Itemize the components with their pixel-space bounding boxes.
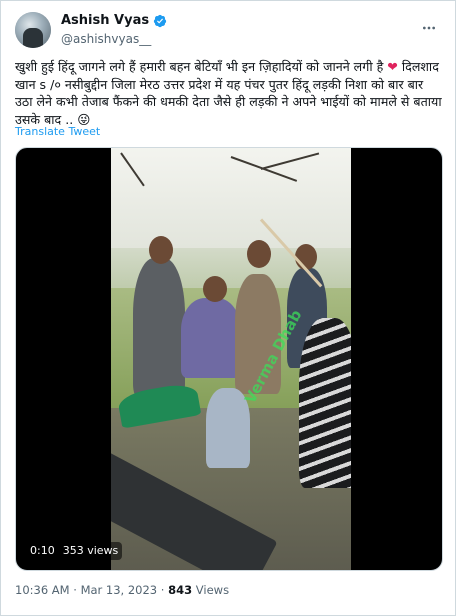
author-handle[interactable]: @ashishvyas__ xyxy=(61,30,167,48)
video-sky xyxy=(111,148,351,248)
tweet-date[interactable]: Mar 13, 2023 xyxy=(81,583,158,597)
tweet-time[interactable]: 10:36 AM xyxy=(15,583,70,597)
tweet-text-line1: खुशी हुई हिंदू जागने लगे हैं हमारी बहन ब… xyxy=(15,59,384,74)
person-head xyxy=(203,276,227,302)
author-name[interactable]: Ashish Vyas xyxy=(61,12,149,30)
views-label: Views xyxy=(195,583,230,597)
tweet-header: Ashish Vyas @ashishvyas__ xyxy=(15,10,441,50)
video-frame[interactable]: Verma Dhab xyxy=(111,148,351,570)
video-stats: 0:10 353 views xyxy=(26,542,123,560)
verified-badge-icon xyxy=(153,14,167,28)
person-shape xyxy=(299,318,351,488)
person-shape xyxy=(133,258,185,398)
views-count: 843 xyxy=(168,583,193,597)
video-time: 0:10 xyxy=(30,544,55,557)
avatar-figure xyxy=(23,28,43,48)
person-shape xyxy=(181,298,241,378)
meta-separator: · xyxy=(73,583,77,597)
person-shape xyxy=(206,388,250,468)
more-dots-icon xyxy=(423,26,435,30)
more-icon[interactable] xyxy=(419,18,439,38)
author-identity: Ashish Vyas @ashishvyas__ xyxy=(61,12,167,48)
video-player[interactable]: Verma Dhab 0:10 353 views xyxy=(15,147,443,571)
tweet-meta: 10:36 AM · Mar 13, 2023 · 843 Views xyxy=(15,582,229,598)
meta-separator: · xyxy=(160,583,165,597)
tweet-card: Ashish Vyas @ashishvyas__ खुशी हुई हिंदू… xyxy=(0,0,456,616)
person-head xyxy=(149,236,173,264)
video-views: 353 views xyxy=(62,544,119,557)
avatar[interactable] xyxy=(15,12,51,48)
tweet-text: खुशी हुई हिंदू जागने लगे हैं हमारी बहन ब… xyxy=(15,58,443,128)
translate-tweet-link[interactable]: Translate Tweet xyxy=(15,125,100,138)
person-head xyxy=(295,244,317,270)
person-head xyxy=(247,240,271,268)
author-name-row: Ashish Vyas xyxy=(61,12,167,30)
heart-emoji-icon: ❤ xyxy=(387,59,398,74)
